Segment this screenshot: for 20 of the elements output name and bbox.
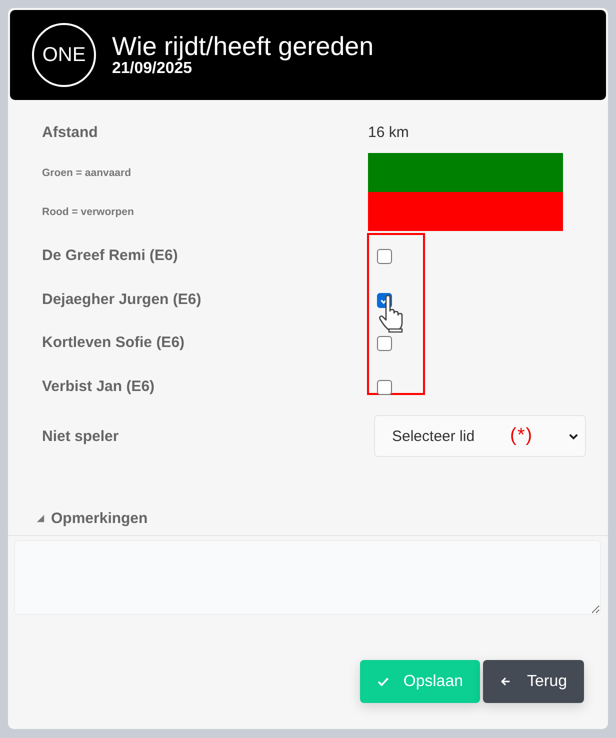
logo: ONE — [32, 23, 96, 87]
remarks-toggle[interactable]: Opmerkingen — [8, 501, 608, 536]
player-name: Verbist Jan (E6) — [42, 378, 156, 395]
date: 21/09/2025 — [112, 60, 192, 78]
distance-value: 16 km — [368, 124, 409, 140]
legend-label: Groen = aanvaard — [42, 166, 132, 178]
remarks-field[interactable] — [14, 540, 601, 615]
checkbox[interactable] — [377, 249, 392, 264]
required-mark: (*) — [510, 425, 534, 447]
player-name: De Greef Remi (E6) — [42, 247, 179, 264]
member-select[interactable]: Selecteer lid (*) — [374, 415, 586, 457]
legend-label: Rood = verworpen — [42, 206, 135, 218]
checkbox[interactable] — [377, 336, 392, 352]
field-label: Afstand — [42, 124, 99, 140]
player-name: Kortleven Sofie (E6) — [42, 334, 186, 352]
field-label: Niet speler — [42, 428, 120, 444]
back-button[interactable]: Terug — [483, 660, 584, 703]
checkbox[interactable] — [377, 380, 392, 395]
page-title: Wie rijdt/heeft gereden — [112, 32, 374, 60]
player-name: Dejaegher Jurgen (E6) — [42, 290, 202, 308]
